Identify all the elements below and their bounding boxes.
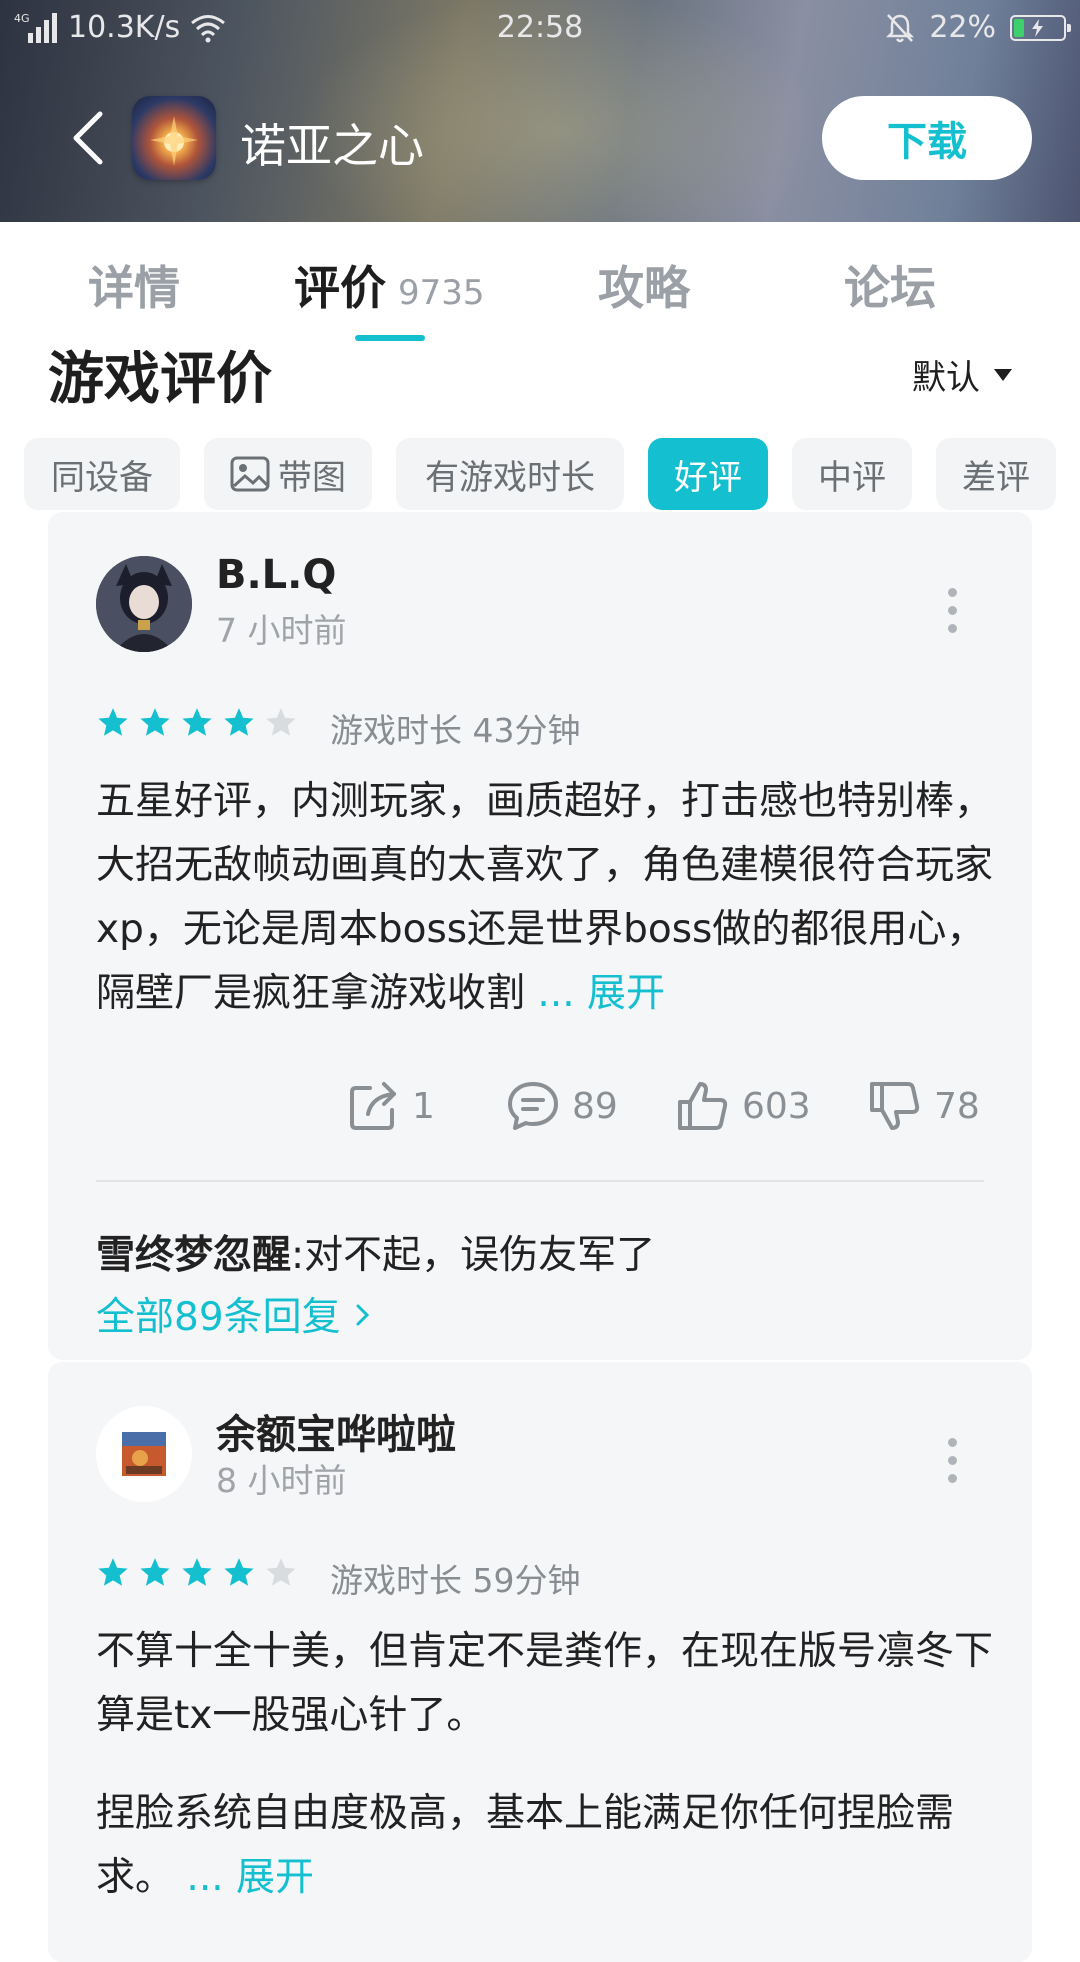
tab-reviews[interactable]: 评价 9735 <box>294 252 485 318</box>
thumbs-down-icon <box>870 1082 920 1130</box>
star-icon <box>98 1558 128 1586</box>
tab-details-label: 详情 <box>88 261 180 315</box>
star-empty-icon <box>266 1558 296 1586</box>
app-icon <box>132 96 216 180</box>
battery-percent: 22% <box>929 10 996 45</box>
avatar[interactable] <box>96 1406 192 1502</box>
filter-label: 好评 <box>674 457 742 498</box>
tab-guides-label: 攻略 <box>598 261 690 315</box>
status-bar: 4G 10.3K/s 22:58 22% <box>0 0 1080 58</box>
share-button[interactable]: 1 <box>348 1080 435 1132</box>
share-icon <box>350 1082 396 1130</box>
review-text[interactable]: 五星好评，内测玩家，画质超好，打击感也特别棒，大招无敌帧动画真的太喜欢了，角色建… <box>96 770 996 1026</box>
review-paragraph[interactable]: 不算十全十美，但肯定不是粪作，在现在版号凛冬下算是tx一股强心针了。 <box>96 1620 996 1748</box>
playtime: 游戏时长 59分钟 <box>330 1561 581 1600</box>
more-options-icon[interactable] <box>948 1438 960 1492</box>
caret-down-icon <box>994 368 1012 381</box>
like-count: 603 <box>742 1085 811 1127</box>
expand-link[interactable]: ... 展开 <box>537 971 665 1016</box>
reply-username: 雪终梦忽醒 <box>96 1233 292 1278</box>
reply-text: 对不起，误伤友军了 <box>304 1233 656 1278</box>
review-card: B.L.Q 7 小时前 游戏时长 43分钟 五星好评，内测玩家，画质超好，打击感… <box>48 512 1032 1360</box>
battery-icon <box>1010 14 1071 41</box>
filter-label: 带图 <box>278 457 346 498</box>
star-icon <box>98 708 128 736</box>
filter-positive[interactable]: 好评 <box>648 438 768 510</box>
comment-count: 89 <box>572 1085 618 1127</box>
app-title: 诺亚之心 <box>240 119 424 173</box>
tab-bar: 详情 评价 9735 攻略 论坛 <box>0 222 1080 342</box>
share-count: 1 <box>412 1085 435 1127</box>
filter-with-playtime[interactable]: 有游戏时长 <box>396 438 624 510</box>
app-bar: 诺亚之心 下载 <box>0 80 1080 200</box>
avatar[interactable] <box>96 556 192 652</box>
chevron-right-icon <box>356 1304 370 1326</box>
sort-label: 默认 <box>912 358 980 398</box>
dislike-button[interactable]: 78 <box>868 1080 980 1132</box>
tab-forum[interactable]: 论坛 <box>844 252 936 318</box>
sort-dropdown[interactable]: 默认 <box>912 350 1012 399</box>
like-button[interactable]: 603 <box>676 1080 811 1132</box>
more-options-icon[interactable] <box>948 588 960 642</box>
dislike-count: 78 <box>934 1085 980 1127</box>
star-icon <box>224 708 254 736</box>
bell-muted-icon <box>886 13 915 42</box>
review-text[interactable]: 捏脸系统自由度极高，基本上能满足你任何捏脸需求。 ... 展开 <box>96 1782 996 1910</box>
all-replies-link[interactable]: 全部89条回复 <box>96 1286 373 1342</box>
star-icon <box>224 1558 254 1586</box>
divider <box>96 1180 984 1182</box>
star-icon <box>140 1558 170 1586</box>
filter-negative[interactable]: 差评 <box>936 438 1056 510</box>
star-rating <box>96 1556 298 1590</box>
thumbs-up-icon <box>678 1082 728 1130</box>
filter-label: 同设备 <box>51 457 153 498</box>
tab-forum-label: 论坛 <box>844 261 936 315</box>
review-time: 8 小时前 <box>216 1461 347 1500</box>
filter-with-image[interactable]: 带图 <box>204 438 372 510</box>
filter-same-device[interactable]: 同设备 <box>24 438 180 510</box>
star-icon <box>182 1558 212 1586</box>
filter-label: 中评 <box>818 457 886 498</box>
tab-reviews-label: 评价 <box>294 261 386 315</box>
all-replies-label: 全部89条回复 <box>96 1295 341 1340</box>
username[interactable]: 余额宝哗啦啦 <box>216 1402 456 1460</box>
star-icon <box>182 708 212 736</box>
download-button[interactable]: 下载 <box>822 96 1032 180</box>
active-tab-indicator <box>355 335 425 341</box>
section-title: 游戏评价 <box>48 347 272 412</box>
playtime: 游戏时长 43分钟 <box>330 711 581 750</box>
filter-label: 差评 <box>962 457 1030 498</box>
tab-details[interactable]: 详情 <box>88 252 180 318</box>
image-icon <box>230 456 270 492</box>
app-header: 4G 10.3K/s 22:58 22% 诺亚之心 下载 <box>0 0 1080 222</box>
filter-neutral[interactable]: 中评 <box>792 438 912 510</box>
reply-separator: : <box>291 1233 305 1278</box>
back-arrow-icon[interactable] <box>62 108 122 168</box>
review-count: 9735 <box>398 273 485 313</box>
review-card: 余额宝哗啦啦 8 小时前 游戏时长 59分钟 不算十全十美，但肯定不是粪作，在现… <box>48 1362 1032 1962</box>
status-right: 22% <box>885 10 1071 45</box>
filter-label: 有游戏时长 <box>425 457 595 498</box>
tab-guides[interactable]: 攻略 <box>598 252 690 318</box>
comment-button[interactable]: 89 <box>506 1080 618 1132</box>
review-time: 7 小时前 <box>216 611 347 650</box>
top-reply[interactable]: 雪终梦忽醒:对不起，误伤友军了 <box>96 1224 655 1280</box>
star-rating <box>96 706 298 740</box>
expand-link[interactable]: ... 展开 <box>186 1855 314 1900</box>
username[interactable]: B.L.Q <box>216 552 336 598</box>
star-icon <box>140 708 170 736</box>
comment-icon <box>508 1082 558 1130</box>
star-empty-icon <box>266 708 296 736</box>
